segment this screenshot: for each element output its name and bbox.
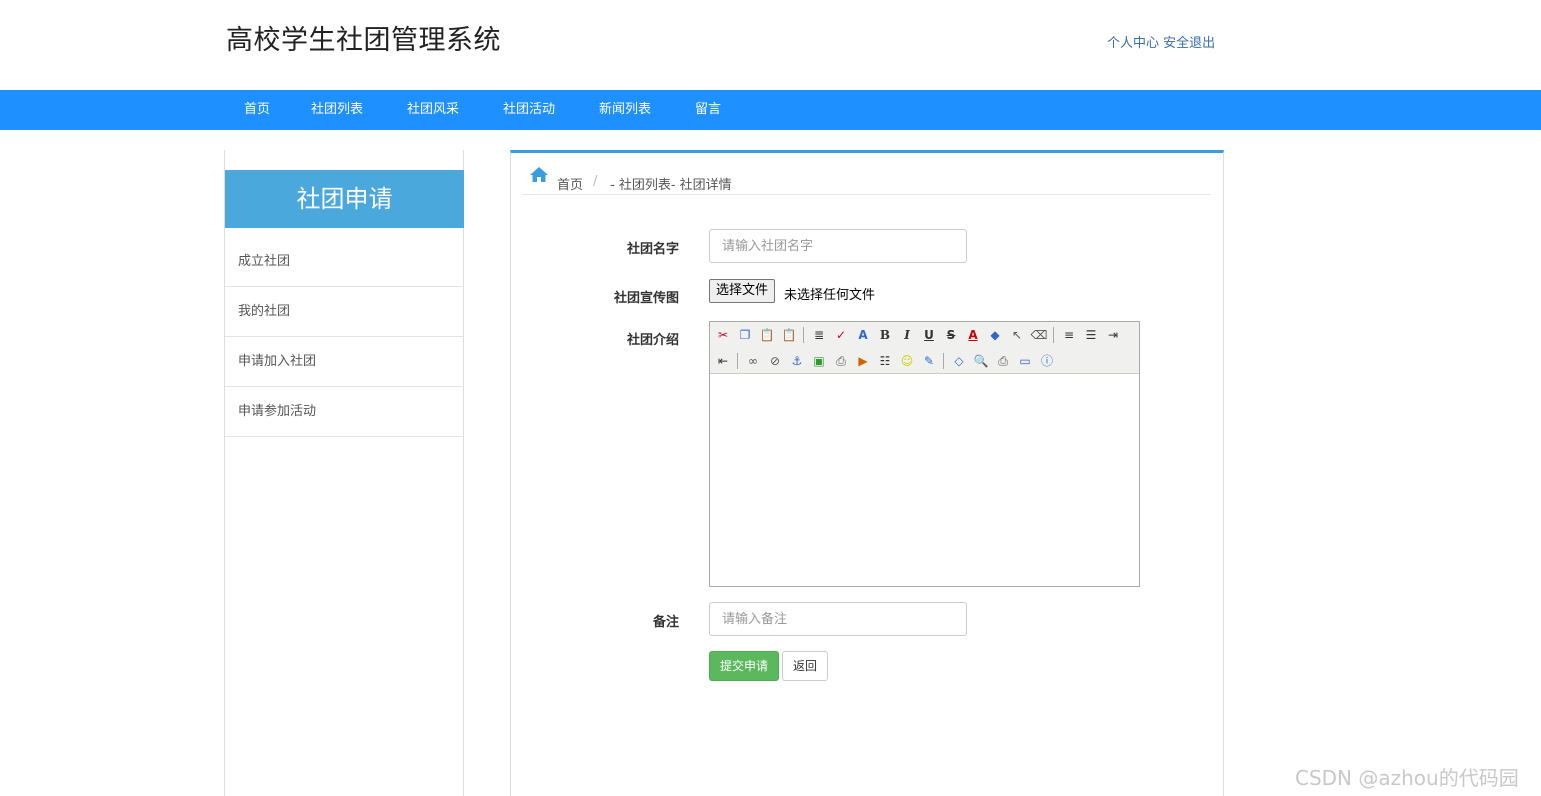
bg-color-icon[interactable]: ◆ [986, 326, 1004, 344]
main-nav: 首页 社团列表 社团风采 社团活动 新闻列表 留言 [0, 90, 1541, 130]
preview-icon[interactable]: 🔍 [972, 352, 990, 370]
nav-item-home[interactable]: 首页 [244, 90, 270, 130]
club-image-label: 社团宣传图 [613, 291, 679, 306]
submit-application-button[interactable]: 提交申请 [709, 651, 779, 681]
club-name-input[interactable] [709, 229, 967, 263]
underline-icon[interactable]: U [920, 326, 938, 344]
breadcrumb-separator: / [593, 174, 598, 189]
strikethrough-icon[interactable]: S [942, 326, 960, 344]
logout-link[interactable]: 安全退出 [1163, 36, 1215, 51]
remark-input[interactable] [709, 602, 967, 636]
eraser-icon[interactable]: ⌫ [1030, 326, 1048, 344]
home-icon[interactable] [529, 165, 549, 185]
outdent-icon[interactable]: ⇤ [714, 352, 732, 370]
emoticon-icon[interactable]: ☺ [898, 352, 916, 370]
toolbar-divider [803, 327, 804, 343]
fullscreen-icon[interactable]: ▭ [1016, 352, 1034, 370]
sidebar-title: 社团申请 [225, 170, 464, 228]
format-icon[interactable]: ≣ [810, 326, 828, 344]
sidebar-item-my-clubs[interactable]: 我的社团 [225, 287, 464, 337]
bold-icon[interactable]: B [876, 326, 894, 344]
nav-item-club-list[interactable]: 社团列表 [311, 90, 363, 130]
toolbar-divider [1053, 327, 1054, 343]
sidebar-item-create-club[interactable]: 成立社团 [225, 237, 464, 287]
font-color-icon[interactable]: A [964, 326, 982, 344]
rich-text-editor: ✂ ❐ 📋 📋 ≣ ✓ A B I U S A ◆ ↖ ⌫ ≡ ☰ ⇥ ⇤ ∞ … [709, 321, 1140, 587]
about-icon[interactable]: ⓘ [1038, 352, 1056, 370]
print-icon[interactable]: ⎙ [994, 352, 1012, 370]
toolbar-divider [943, 353, 944, 369]
sidebar-item-join-club[interactable]: 申请加入社团 [225, 337, 464, 387]
italic-icon[interactable]: I [898, 326, 916, 344]
club-name-label: 社团名字 [626, 242, 679, 257]
sidebar: 社团申请 成立社团 我的社团 申请加入社团 申请参加活动 [224, 150, 464, 796]
source-icon[interactable]: ◇ [950, 352, 968, 370]
select-icon[interactable]: ↖ [1008, 326, 1026, 344]
copy-icon[interactable]: ❐ [736, 326, 754, 344]
flash-icon[interactable]: ⎙ [832, 352, 850, 370]
toolbar-divider [737, 353, 738, 369]
remark-label: 备注 [652, 615, 679, 630]
image-icon[interactable]: ▣ [810, 352, 828, 370]
anchor-icon[interactable]: ⚓ [788, 352, 806, 370]
breadcrumb-home[interactable]: 首页 [557, 174, 583, 193]
indent-icon[interactable]: ⇥ [1104, 326, 1122, 344]
file-status-text: 未选择任何文件 [784, 288, 876, 303]
choose-file-button[interactable]: 选择文件 [709, 279, 776, 303]
breadcrumb-current: - 社团列表- 社团详情 [610, 178, 732, 193]
spellcheck-icon[interactable]: ✓ [832, 326, 850, 344]
user-links: 个人中心 安全退出 [1107, 32, 1215, 51]
back-button[interactable]: 返回 [782, 651, 828, 681]
nav-item-club-activities[interactable]: 社团活动 [503, 90, 555, 130]
paste-text-icon[interactable]: 📋 [780, 326, 798, 344]
editor-toolbar: ✂ ❐ 📋 📋 ≣ ✓ A B I U S A ◆ ↖ ⌫ ≡ ☰ ⇥ ⇤ ∞ … [710, 322, 1139, 374]
unlink-icon[interactable]: ⊘ [766, 352, 784, 370]
watermark: CSDN @azhou的代码园 [1295, 766, 1519, 790]
nav-item-club-showcase[interactable]: 社团风采 [407, 90, 459, 130]
personal-center-link[interactable]: 个人中心 [1107, 36, 1159, 51]
site-title: 高校学生社团管理系统 [226, 25, 501, 56]
font-size-icon[interactable]: A [854, 326, 872, 344]
main-panel: 首页 / - 社团列表- 社团详情 社团名字 社团宣传图 选择文件 未选择任何文… [510, 150, 1224, 796]
breadcrumb: 首页 / - 社团列表- 社团详情 [523, 165, 1211, 195]
club-intro-label: 社团介绍 [626, 333, 679, 348]
list-icon[interactable]: ☰ [1082, 326, 1100, 344]
sidebar-item-join-activity[interactable]: 申请参加活动 [225, 387, 464, 437]
cut-icon[interactable]: ✂ [714, 326, 732, 344]
align-left-icon[interactable]: ≡ [1060, 326, 1078, 344]
nav-item-messages[interactable]: 留言 [695, 90, 721, 130]
nav-item-news-list[interactable]: 新闻列表 [599, 90, 651, 130]
hr-icon[interactable]: ☷ [876, 352, 894, 370]
media-icon[interactable]: ▶ [854, 352, 872, 370]
paste-icon[interactable]: 📋 [758, 326, 776, 344]
edit-icon[interactable]: ✎ [920, 352, 938, 370]
editor-content-area[interactable] [710, 375, 1139, 586]
link-icon[interactable]: ∞ [744, 352, 762, 370]
